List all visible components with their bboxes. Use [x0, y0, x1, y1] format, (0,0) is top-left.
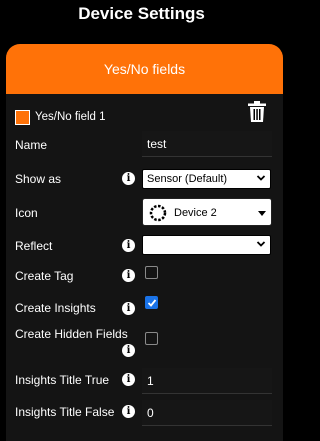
section-label: Yes/No field 1 [35, 111, 106, 123]
section-row: Yes/No field 1 [15, 109, 106, 125]
info-icon[interactable]: i [122, 239, 135, 252]
chevron-down-icon [256, 241, 266, 247]
info-icon[interactable]: i [122, 302, 135, 315]
device-ring-icon [149, 204, 167, 222]
show-as-select[interactable]: Sensor (Default) [142, 169, 271, 189]
panel-header[interactable]: Yes/No fields [6, 44, 283, 94]
create-insights-label: Create Insights [15, 301, 96, 315]
create-hidden-fields-checkbox[interactable] [145, 332, 158, 345]
reflect-select[interactable] [142, 235, 271, 255]
insights-title-false-input[interactable]: 0 [142, 400, 272, 426]
icon-select[interactable]: Device 2 [142, 198, 272, 226]
show-as-value: Sensor (Default) [147, 173, 228, 185]
create-hidden-fields-label: Create Hidden Fields [15, 327, 128, 341]
name-input[interactable]: test [142, 131, 272, 157]
panel-header-label: Yes/No fields [103, 61, 186, 77]
name-label: Name [15, 138, 48, 152]
create-tag-checkbox[interactable] [145, 266, 158, 279]
insights-title-true-label: Insights Title True [15, 373, 110, 387]
trash-icon[interactable] [248, 101, 266, 122]
page-title: Device Settings [78, 4, 205, 23]
create-insights-checkbox[interactable] [145, 296, 158, 309]
info-icon[interactable]: i [122, 405, 135, 418]
info-icon[interactable]: i [122, 344, 135, 357]
show-as-label: Show as [15, 172, 62, 186]
info-icon[interactable]: i [122, 373, 135, 386]
icon-label: Icon [15, 206, 38, 220]
icon-select-value: Device 2 [174, 207, 217, 219]
reflect-label: Reflect [15, 239, 53, 253]
chevron-down-icon [256, 175, 266, 181]
create-tag-label: Create Tag [15, 269, 74, 283]
color-swatch[interactable] [15, 109, 30, 125]
insights-title-true-input[interactable]: 1 [142, 368, 272, 394]
info-icon[interactable]: i [122, 172, 135, 185]
dropdown-arrow-icon [258, 211, 266, 216]
info-icon[interactable]: i [122, 269, 135, 282]
checkmark-icon [147, 299, 157, 307]
insights-title-false-label: Insights Title False [15, 405, 115, 419]
